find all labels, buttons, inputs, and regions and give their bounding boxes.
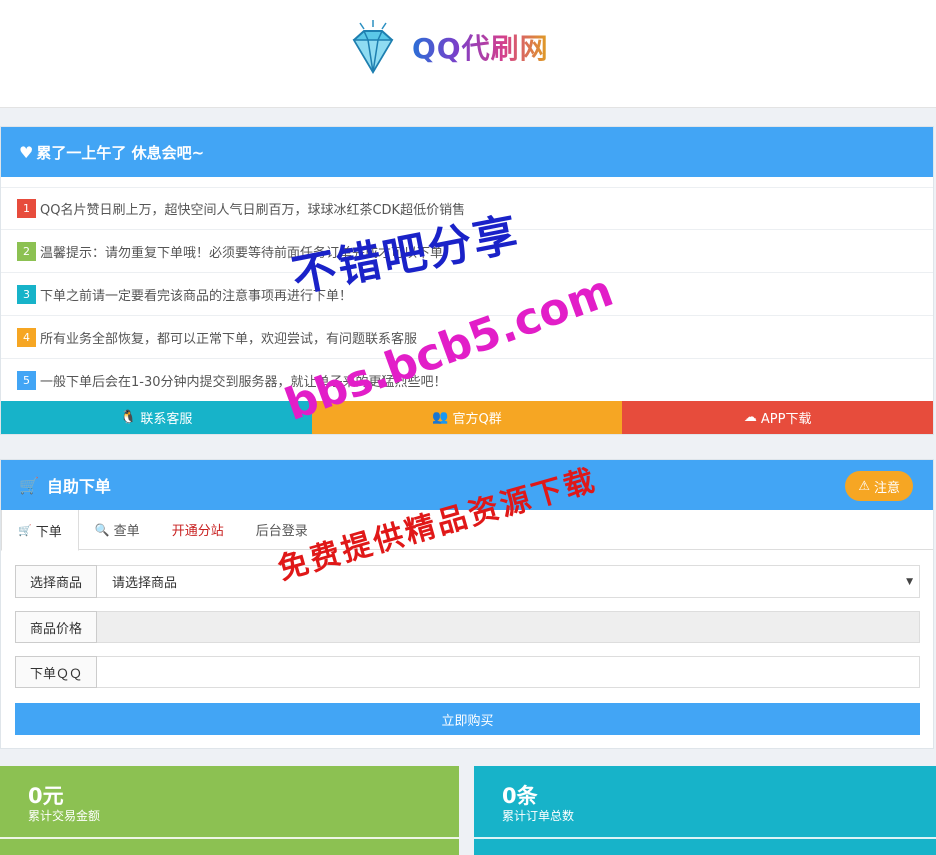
order-tabs: 🛒 下单 🔍 查单 开通分站 后台登录: [1, 510, 933, 551]
notice-item: 1 QQ名片赞日刷上万，超快空间人气日刷百万，球球冰红茶CDK超低价销售: [1, 187, 933, 230]
notice-item: 2 温馨提示：请勿重复下单哦！必须要等待前面任务订单完成才可以下单！: [1, 230, 933, 273]
qq-icon: 🐧: [120, 410, 137, 425]
notice-number-badge: 5: [17, 371, 36, 390]
notice-item: 4 所有业务全部恢复，都可以正常下单，欢迎尝试，有问题联系客服: [1, 316, 933, 359]
price-field: [97, 611, 920, 643]
site-logo[interactable]: QQ代刷网: [342, 18, 549, 76]
notice-text: 下单之前请一定要看完该商品的注意事项再进行下单！: [40, 288, 353, 304]
site-header: QQ代刷网: [0, 0, 936, 108]
notice-item: 5 一般下单后会在1-30分钟内提交到服务器，就让单子来的更猛烈些吧！: [1, 359, 933, 402]
stat-total-amount: 0元 累计交易金额: [0, 766, 459, 855]
users-icon: 👥: [432, 410, 449, 425]
product-select-row: 选择商品 请选择商品 ▼: [15, 565, 920, 598]
qq-input[interactable]: [97, 656, 920, 688]
product-select-label: 选择商品: [15, 565, 97, 598]
cloud-download-icon: ☁: [743, 410, 757, 425]
notice-text: QQ名片赞日刷上万，超快空间人气日刷百万，球球冰红茶CDK超低价销售: [40, 203, 466, 218]
price-row: 商品价格: [15, 611, 920, 643]
buy-now-button[interactable]: 立即购买: [15, 703, 920, 735]
divider: [474, 837, 936, 839]
app-download-button[interactable]: ☁ APP下载: [622, 401, 934, 434]
warning-icon: ⚠: [858, 478, 870, 494]
stat-label: 累计交易金额: [28, 809, 101, 823]
contact-button-row: 🐧 联系客服 👥 官方Q群 ☁ APP下载: [1, 401, 934, 434]
tab-query[interactable]: 🔍 查单: [79, 510, 156, 549]
tab-order[interactable]: 🛒 下单: [1, 510, 79, 551]
notice-number-badge: 4: [17, 327, 36, 347]
notice-number-badge: 3: [17, 284, 36, 304]
notice-number-badge: 2: [17, 241, 36, 261]
qq-label: 下单ＱＱ: [15, 656, 97, 688]
stat-total-orders: 0条 累计订单总数: [474, 766, 936, 855]
notice-text: 所有业务全部恢复，都可以正常下单，欢迎尝试，有问题联系客服: [40, 331, 418, 347]
qq-row: 下单ＱＱ: [15, 656, 920, 688]
diamond-icon: [352, 20, 394, 74]
divider: [0, 837, 459, 839]
official-group-button[interactable]: 👥 官方Q群: [311, 401, 623, 434]
search-icon: 🔍: [94, 522, 110, 537]
notice-number-badge: 1: [17, 199, 36, 218]
notice-item: 3 下单之前请一定要看完该商品的注意事项再进行下单！: [1, 273, 933, 316]
stat-value: 0条: [502, 784, 538, 808]
notice-text: 温馨提示：请勿重复下单哦！必须要等待前面任务订单完成才可以下单！: [40, 245, 457, 261]
notice-list: 1 QQ名片赞日刷上万，超快空间人气日刷百万，球球冰红茶CDK超低价销售 2 温…: [1, 187, 933, 402]
product-select[interactable]: 请选择商品 ▼: [97, 565, 920, 598]
contact-service-button[interactable]: 🐧 联系客服: [1, 401, 312, 434]
cart-icon: 🛒: [19, 475, 39, 495]
notice-header: ♥ 累了一上午了 休息会吧~: [1, 127, 933, 177]
cart-icon: 🛒: [18, 523, 32, 537]
chevron-down-icon: ▼: [906, 576, 913, 587]
heart-icon: ♥: [19, 142, 34, 162]
warning-button[interactable]: ⚠ 注意: [845, 471, 913, 501]
order-header: 🛒 自助下单 ⚠ 注意: [1, 460, 933, 510]
logo-text: QQ代刷网: [412, 27, 549, 67]
tab-open-substation[interactable]: 开通分站: [156, 510, 240, 549]
tab-admin-login[interactable]: 后台登录: [240, 510, 324, 549]
order-panel: 🛒 自助下单 ⚠ 注意 🛒 下单 🔍 查单 开通分站 后台登录 选择商品 请选择…: [0, 459, 934, 749]
stat-value: 0元: [28, 784, 64, 808]
stat-label: 累计订单总数: [502, 809, 575, 823]
notice-title: 累了一上午了 休息会吧~: [36, 143, 205, 162]
price-label: 商品价格: [15, 611, 97, 643]
order-title: 自助下单: [46, 477, 111, 496]
notice-text: 一般下单后会在1-30分钟内提交到服务器，就让单子来的更猛烈些吧！: [40, 375, 447, 390]
notice-panel: ♥ 累了一上午了 休息会吧~ 1 QQ名片赞日刷上万，超快空间人气日刷百万，球球…: [0, 126, 934, 435]
